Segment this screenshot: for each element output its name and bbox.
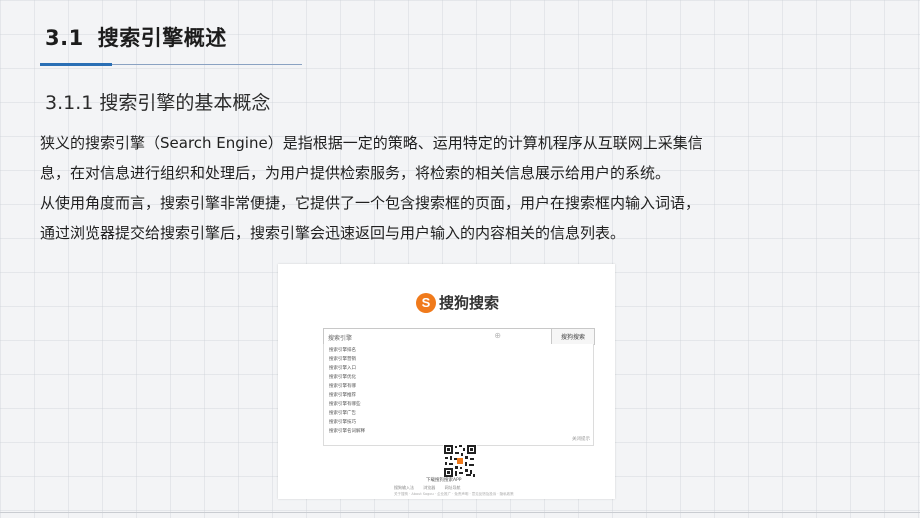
search-input[interactable]: 搜索引擎 ⊕ <box>323 328 552 345</box>
microphone-icon[interactable]: ⊕ <box>494 331 501 340</box>
suggestion-item[interactable]: 搜索引擎广告 <box>329 410 356 416</box>
suggestion-item[interactable]: 搜索引擎技巧 <box>329 419 356 425</box>
suggestion-item[interactable]: 搜索引擎排名 <box>329 347 356 353</box>
footer-link[interactable]: 搜狗输入法 <box>394 485 414 490</box>
qr-caption: 下载搜狗搜索APP <box>426 478 462 483</box>
suggestion-item[interactable]: 搜索引擎优化 <box>329 374 356 380</box>
qr-code-icon <box>443 444 477 478</box>
paragraph-2-line-2: 通过浏览器提交给搜索引擎后，搜索引擎会迅速返回与用户输入的内容相关的信息列表。 <box>40 224 626 242</box>
sogou-search-screenshot: S 搜狗搜索 搜索引擎 ⊕ 搜狗搜索 搜索引擎排名 搜索引擎营销 搜索引擎入口 … <box>278 264 615 499</box>
footer-link[interactable]: 浏览器 <box>423 485 435 490</box>
suggestion-item[interactable]: 搜索引擎营销 <box>329 356 356 362</box>
section-title: 3.1 搜索引擎概述 <box>45 22 227 52</box>
footer-copyright: 关于搜狗 · About Sogou · 企业推广 · 免责声明 · 意见反馈及… <box>394 492 514 496</box>
search-button[interactable]: 搜狗搜索 <box>551 328 595 345</box>
paragraph-2-line-1: 从使用角度而言，搜索引擎非常便捷，它提供了一个包含搜索框的页面，用户在搜索框内输… <box>40 194 701 212</box>
paragraph-1-line-1: 狭义的搜索引擎（Search Engine）是指根据一定的策略、运用特定的计算机… <box>40 134 703 152</box>
close-suggestions-link[interactable]: 关闭提示 <box>572 436 590 442</box>
footer-link[interactable]: 网址导航 <box>445 485 461 490</box>
suggestion-item[interactable]: 搜索引擎有哪 <box>329 383 356 389</box>
sogou-logo: S 搜狗搜索 <box>416 292 499 313</box>
title-underline-accent <box>40 63 112 66</box>
subsection-title: 3.1.1 搜索引擎的基本概念 <box>45 92 271 114</box>
suggestion-item[interactable]: 搜索引擎有哪些 <box>329 401 361 407</box>
section-title-text: 搜索引擎概述 <box>97 26 227 50</box>
suggestion-item[interactable]: 搜索引擎入口 <box>329 365 356 371</box>
body-text: 狭义的搜索引擎（Search Engine）是指根据一定的策略、运用特定的计算机… <box>40 128 895 248</box>
search-query: 搜索引擎 <box>328 335 353 342</box>
paragraph-1-line-2: 息，在对信息进行组织和处理后，为用户提供检索服务，将检索的相关信息展示给用户的系… <box>40 164 671 182</box>
suggestion-item[interactable]: 搜索引擎名词解释 <box>329 428 365 434</box>
title-underline <box>112 64 302 65</box>
footer-links: 搜狗输入法 浏览器 网址导航 <box>394 485 469 491</box>
suggestion-dropdown: 搜索引擎排名 搜索引擎营销 搜索引擎入口 搜索引擎优化 搜索引擎有哪 搜索引擎推… <box>323 344 594 446</box>
sogou-logo-text: 搜狗搜索 <box>439 294 500 312</box>
sogou-logo-icon: S <box>416 292 436 313</box>
bottom-divider <box>0 512 920 513</box>
suggestion-item[interactable]: 搜索引擎推荐 <box>329 392 356 398</box>
section-number: 3.1 <box>45 26 84 50</box>
